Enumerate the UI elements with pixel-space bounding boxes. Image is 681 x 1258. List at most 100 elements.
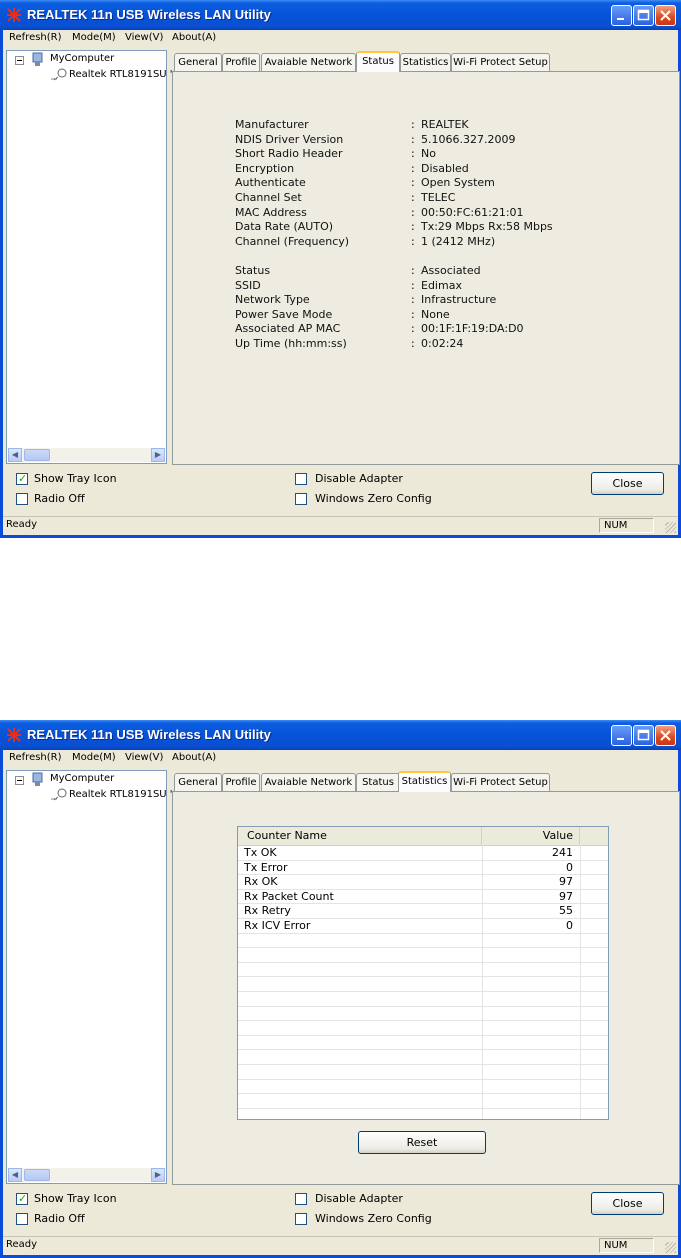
status-field-label: Power Save Mode	[235, 307, 333, 321]
close-button[interactable]: Close	[591, 472, 664, 495]
disable-adapter-label: Disable Adapter	[315, 1192, 403, 1205]
tab-statistics[interactable]: Statistics	[400, 53, 451, 71]
minimize-button[interactable]	[611, 5, 632, 26]
scroll-left-icon[interactable]: ◀	[8, 1168, 22, 1182]
column-header-counter-name[interactable]: Counter Name	[238, 827, 482, 845]
collapse-toggle[interactable]	[15, 56, 24, 65]
counter-name-cell: Tx Error	[244, 860, 288, 874]
status-field-separator: :	[411, 337, 415, 350]
maximize-icon	[637, 729, 650, 741]
scroll-thumb[interactable]	[24, 1169, 50, 1181]
tree-root-label[interactable]: MyComputer	[50, 773, 114, 784]
status-field-value: None	[421, 307, 450, 321]
status-field-label: NDIS Driver Version	[235, 132, 344, 146]
radio-off-checkbox[interactable]	[16, 1213, 28, 1225]
close-window-button[interactable]	[655, 5, 676, 26]
status-field-value: 1 (2412 MHz)	[421, 234, 496, 248]
windows-zero-config-checkbox[interactable]	[295, 1213, 307, 1225]
counter-name-cell: Rx Retry	[244, 904, 291, 918]
menu-refresh[interactable]: Refresh(R)	[9, 32, 62, 43]
show-tray-icon-label: Show Tray Icon	[34, 472, 117, 485]
check-icon: ✓	[18, 1192, 28, 1205]
title-bar[interactable]: REALTEK 11n USB Wireless LAN Utility	[0, 0, 681, 30]
tab-profile[interactable]: Profile	[222, 53, 260, 71]
status-field-separator: :	[411, 234, 415, 248]
tree-adapter-label[interactable]: Realtek RTL8191SU '	[69, 69, 173, 80]
menu-view[interactable]: View(V)	[125, 32, 163, 43]
status-field-separator: :	[411, 307, 415, 321]
close-window-button[interactable]	[655, 725, 676, 746]
table-row[interactable]: Rx Packet Count 97	[238, 890, 608, 905]
status-field-separator: :	[411, 132, 415, 146]
tab-wifi-protect-setup[interactable]: Wi-Fi Protect Setup	[451, 53, 550, 71]
maximize-button[interactable]	[633, 5, 654, 26]
windows-zero-config-checkbox[interactable]	[295, 493, 307, 505]
status-field-label: Up Time (hh:mm:ss)	[235, 337, 347, 350]
menu-about[interactable]: About(A)	[172, 752, 216, 763]
scroll-right-icon[interactable]: ▶	[151, 1168, 165, 1182]
scroll-thumb[interactable]	[24, 449, 50, 461]
tree-adapter-label[interactable]: Realtek RTL8191SU '	[69, 789, 173, 800]
column-header-value[interactable]: Value	[482, 827, 580, 845]
status-field-label: Associated AP MAC	[235, 322, 341, 336]
show-tray-icon-checkbox[interactable]: ✓	[16, 472, 28, 485]
menu-mode[interactable]: Mode(M)	[72, 752, 116, 763]
menu-mode[interactable]: Mode(M)	[72, 32, 116, 43]
status-field-separator: :	[411, 264, 415, 277]
maximize-button[interactable]	[633, 725, 654, 746]
resize-grip-icon[interactable]	[665, 1242, 676, 1253]
tab-statistics[interactable]: Statistics	[398, 771, 451, 792]
windows-zero-config-label: Windows Zero Config	[315, 492, 432, 505]
title-bar[interactable]: REALTEK 11n USB Wireless LAN Utility	[0, 720, 681, 750]
status-bar: Ready NUM	[3, 1236, 678, 1255]
status-field-label: SSID	[235, 278, 261, 292]
resize-grip-icon[interactable]	[665, 522, 676, 533]
counter-name-cell: Tx OK	[244, 846, 277, 859]
tab-status[interactable]: Status	[356, 51, 400, 72]
table-row[interactable]: Tx OK 241	[238, 846, 608, 861]
empty-row	[238, 1007, 608, 1022]
counter-value-cell: 55	[559, 904, 573, 918]
table-row[interactable]: Tx Error 0	[238, 861, 608, 876]
reset-button[interactable]: Reset	[358, 1131, 486, 1154]
horizontal-scrollbar[interactable]: ◀ ▶	[8, 1168, 165, 1182]
status-bar: Ready NUM	[3, 516, 678, 535]
table-row[interactable]: Rx Retry 55	[238, 904, 608, 919]
status-field-value: TELEC	[421, 191, 456, 204]
radio-off-checkbox[interactable]	[16, 493, 28, 505]
close-button[interactable]: Close	[591, 1192, 664, 1215]
show-tray-icon-checkbox[interactable]: ✓	[16, 1192, 28, 1205]
table-row[interactable]: Rx OK 97	[238, 875, 608, 890]
menu-about[interactable]: About(A)	[172, 32, 216, 43]
tab-wifi-protect-setup[interactable]: Wi-Fi Protect Setup	[451, 773, 550, 791]
tab-available-network[interactable]: Avaiable Network	[261, 773, 356, 791]
empty-row	[238, 963, 608, 978]
tree-root-label[interactable]: MyComputer	[50, 53, 114, 64]
menu-refresh[interactable]: Refresh(R)	[9, 752, 62, 763]
radio-off-label: Radio Off	[34, 492, 85, 505]
tab-status[interactable]: Status	[356, 773, 400, 791]
menu-view[interactable]: View(V)	[125, 752, 163, 763]
adapter-tree: MyComputer Realtek RTL8191SU ' ◀ ▶	[6, 770, 173, 1184]
table-row[interactable]: Rx ICV Error 0	[238, 919, 608, 934]
empty-row	[238, 1094, 608, 1109]
scroll-right-icon[interactable]: ▶	[151, 448, 165, 462]
status-field-label: MAC Address	[235, 205, 307, 219]
counter-value-cell: 97	[559, 875, 573, 889]
minimize-button[interactable]	[611, 725, 632, 746]
tab-control: General Profile Avaiable Network Status …	[172, 50, 680, 466]
scroll-left-icon[interactable]: ◀	[8, 448, 22, 462]
status-field-label: Authenticate	[235, 176, 306, 190]
disable-adapter-checkbox[interactable]	[295, 473, 307, 485]
tab-general[interactable]: General	[174, 773, 222, 791]
status-field-value: REALTEK	[421, 118, 469, 131]
tab-profile[interactable]: Profile	[222, 773, 260, 791]
disable-adapter-checkbox[interactable]	[295, 1193, 307, 1205]
tab-available-network[interactable]: Avaiable Network	[261, 53, 356, 71]
tab-general[interactable]: General	[174, 53, 222, 71]
statistics-list[interactable]: Counter Name Value Tx OK 241 Tx Error 0 Rx O…	[237, 826, 609, 1120]
status-field-separator: :	[411, 176, 415, 190]
collapse-toggle[interactable]	[15, 776, 24, 785]
status-field-separator: :	[411, 220, 415, 234]
horizontal-scrollbar[interactable]: ◀ ▶	[8, 448, 165, 462]
